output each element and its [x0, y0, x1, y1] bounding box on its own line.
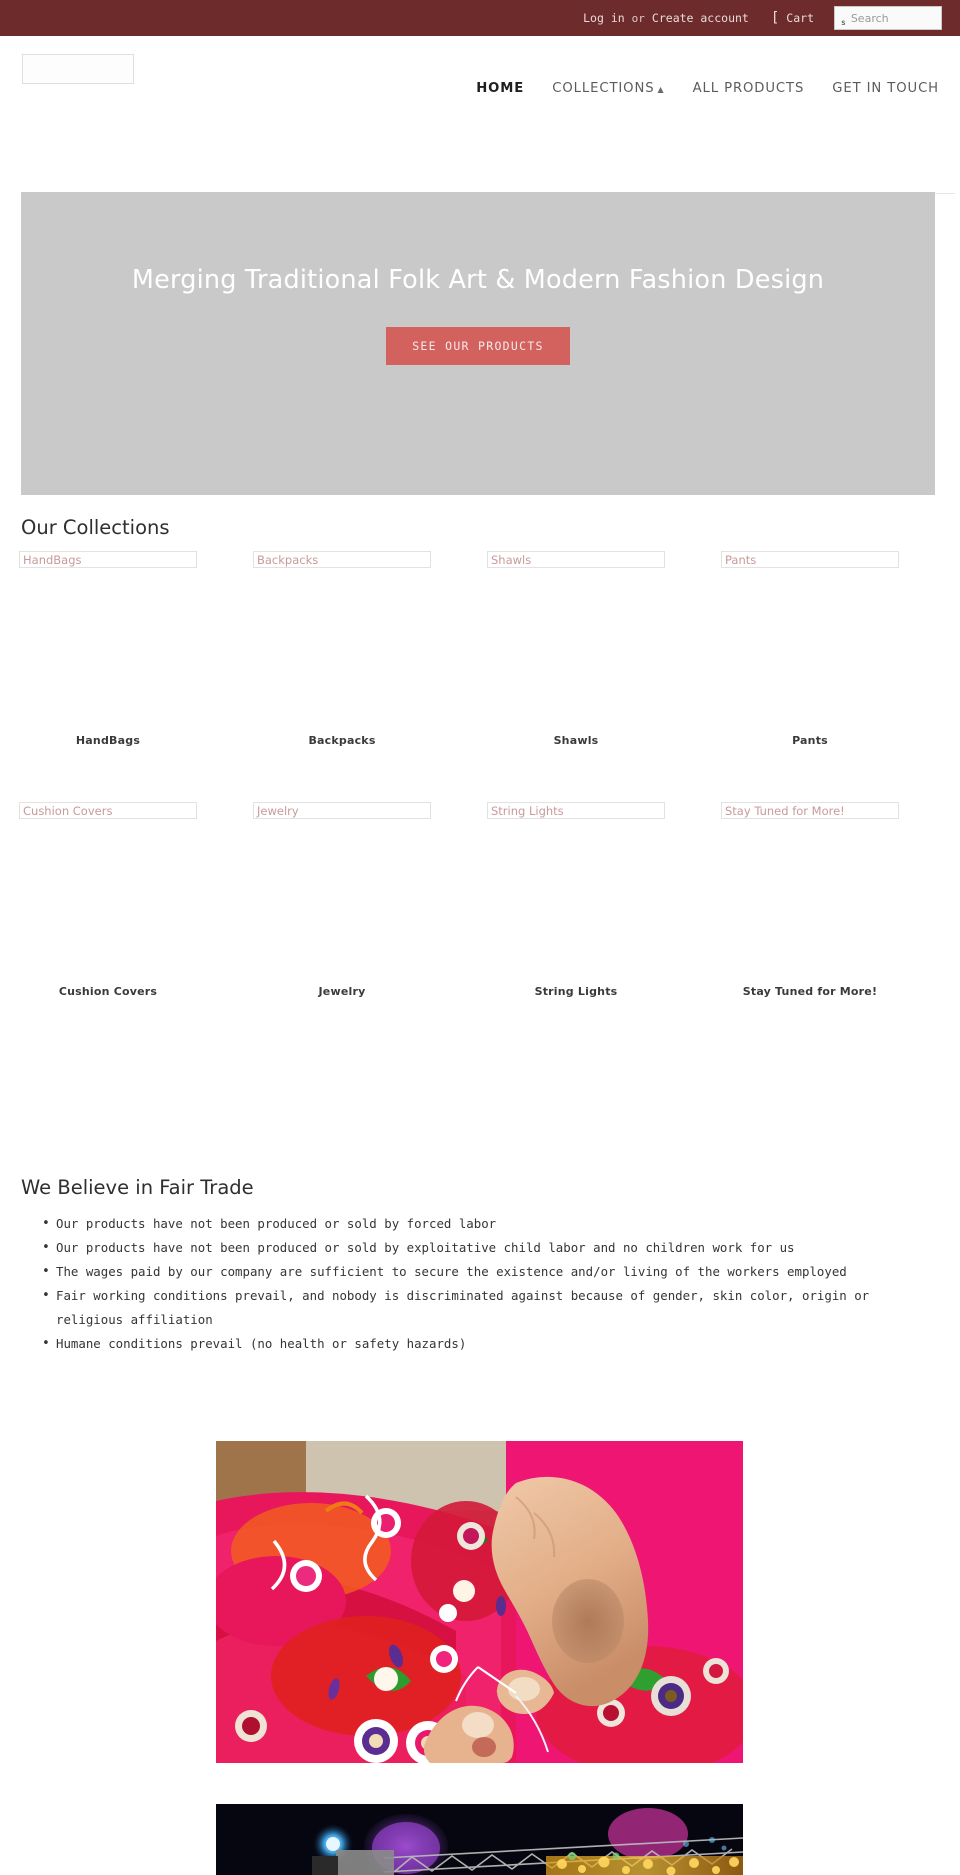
collection-image-alt: HandBags: [23, 552, 82, 567]
collection-card[interactable]: Pants Pants: [721, 551, 916, 747]
collection-label: Stay Tuned for More!: [742, 985, 878, 998]
collection-image-alt: String Lights: [491, 803, 564, 818]
broken-image-placeholder: HandBags: [19, 551, 197, 568]
collection-label: Cushion Covers: [58, 985, 158, 998]
collection-label: Pants: [792, 734, 828, 747]
cart-group[interactable]: [ Cart: [771, 11, 814, 25]
collection-image-alt: Cushion Covers: [23, 803, 113, 818]
list-item: Our products have not been produced or s…: [42, 1236, 922, 1260]
list-item: The wages paid by our company are suffic…: [42, 1260, 922, 1284]
collection-image-alt: Pants: [725, 552, 757, 567]
hero-banner: Merging Traditional Folk Art & Modern Fa…: [21, 192, 935, 495]
broken-image-placeholder: Jewelry: [253, 802, 431, 819]
collection-card[interactable]: Shawls Shawls: [487, 551, 682, 747]
collection-image-alt: Backpacks: [257, 552, 319, 567]
collections-row-2: Cushion Covers Cushion Covers Jewelry Je…: [19, 802, 941, 998]
create-account-link[interactable]: Create account: [652, 11, 749, 25]
broken-image-placeholder: Pants: [721, 551, 899, 568]
site-header: HOME COLLECTIONS ▲ ALL PRODUCTS GET IN TO…: [0, 36, 960, 194]
festival-photo: [216, 1804, 743, 1875]
collection-label: HandBags: [75, 734, 141, 747]
collection-label: Shawls: [553, 734, 599, 747]
main-navigation: HOME COLLECTIONS ▲ ALL PRODUCTS GET IN TO…: [476, 81, 939, 96]
nav-item-collections[interactable]: COLLECTIONS ▲: [552, 81, 664, 96]
collection-card[interactable]: Backpacks Backpacks: [253, 551, 448, 747]
list-item: Fair working conditions prevail, and nob…: [42, 1284, 922, 1332]
list-item: Our products have not been produced or s…: [42, 1212, 922, 1236]
site-logo[interactable]: [22, 54, 134, 84]
collections-section-title: Our Collections: [21, 516, 170, 539]
collection-card[interactable]: Cushion Covers Cushion Covers: [19, 802, 214, 998]
collections-row-1: HandBags HandBags Backpacks Backpacks Sh…: [19, 551, 941, 747]
search-icon: s: [841, 18, 846, 27]
cart-icon: [: [770, 10, 780, 26]
top-utility-bar: Log in or Create account [ Cart s: [0, 0, 960, 36]
account-links: Log in or Create account: [583, 11, 749, 25]
collection-card[interactable]: Jewelry Jewelry: [253, 802, 448, 998]
chevron-up-icon: ▲: [657, 85, 665, 94]
cart-link[interactable]: Cart: [786, 11, 814, 25]
nav-item-all-products[interactable]: ALL PRODUCTS: [693, 81, 805, 96]
nav-item-home[interactable]: HOME: [476, 81, 524, 96]
search-box[interactable]: s: [834, 6, 942, 30]
collection-label: Jewelry: [318, 985, 366, 998]
broken-image-placeholder: String Lights: [487, 802, 665, 819]
nav-item-collections-label: COLLECTIONS: [552, 81, 655, 96]
log-in-link[interactable]: Log in: [583, 11, 625, 25]
hero-title: Merging Traditional Folk Art & Modern Fa…: [131, 265, 825, 295]
nav-item-get-in-touch[interactable]: GET IN TOUCH: [832, 81, 939, 96]
search-input[interactable]: [850, 11, 935, 25]
see-our-products-button[interactable]: SEE OUR PRODUCTS: [386, 327, 570, 365]
collection-image-alt: Stay Tuned for More!: [725, 803, 845, 818]
collection-label: String Lights: [534, 985, 618, 998]
or-separator: or: [631, 11, 645, 25]
fair-trade-section-title: We Believe in Fair Trade: [21, 1176, 254, 1199]
broken-image-placeholder: Shawls: [487, 551, 665, 568]
list-item: Humane conditions prevail (no health or …: [42, 1332, 922, 1356]
broken-image-placeholder: Stay Tuned for More!: [721, 802, 899, 819]
collection-image-alt: Shawls: [491, 552, 532, 567]
embroidery-photo: [216, 1441, 743, 1763]
fair-trade-list: Our products have not been produced or s…: [42, 1212, 922, 1356]
collection-card[interactable]: String Lights String Lights: [487, 802, 682, 998]
broken-image-placeholder: Backpacks: [253, 551, 431, 568]
collection-card[interactable]: Stay Tuned for More! Stay Tuned for More…: [721, 802, 916, 998]
broken-image-placeholder: Cushion Covers: [19, 802, 197, 819]
collection-label: Backpacks: [308, 734, 376, 747]
collection-image-alt: Jewelry: [257, 803, 299, 818]
collection-card[interactable]: HandBags HandBags: [19, 551, 214, 747]
